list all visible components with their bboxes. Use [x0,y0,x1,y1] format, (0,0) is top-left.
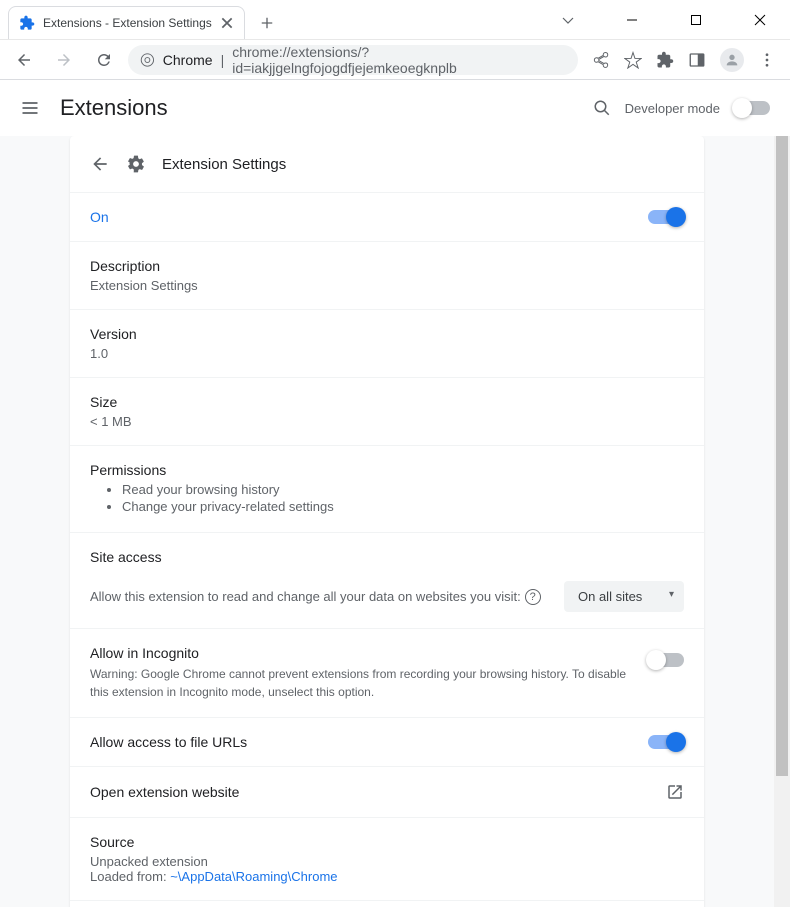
back-arrow-icon[interactable] [90,154,110,174]
page-title: Extensions [60,95,168,121]
browser-tab[interactable]: Extensions - Extension Settings [8,6,245,39]
help-icon[interactable]: ? [525,589,541,605]
search-icon[interactable] [593,99,611,117]
sidepanel-icon[interactable] [688,51,706,69]
hamburger-icon[interactable] [20,98,40,118]
size-section: Size < 1 MB [70,377,704,445]
dropdown-value: On all sites [578,589,642,604]
site-access-label: Site access [90,549,684,565]
extension-icon [19,15,35,31]
share-icon[interactable] [592,51,610,69]
permissions-label: Permissions [90,462,684,478]
address-bar: Chrome | chrome://extensions/?id=iakjjge… [0,40,790,80]
incognito-desc: Warning: Google Chrome cannot prevent ex… [90,665,628,701]
description-section: Description Extension Settings [70,241,704,309]
permission-item: Read your browsing history [122,482,684,497]
menu-dots-icon[interactable] [758,51,776,69]
developer-mode-label: Developer mode [625,101,720,116]
back-button[interactable] [8,44,40,76]
version-label: Version [90,326,684,342]
file-urls-toggle[interactable] [648,735,684,749]
source-section: Source Unpacked extension Loaded from: ~… [70,817,704,900]
site-access-dropdown[interactable]: On all sites [564,581,684,612]
tab-strip: Extensions - Extension Settings [8,6,281,39]
url-text: chrome://extensions/?id=iakjjgelngfojogd… [232,44,566,76]
close-icon[interactable] [220,16,234,30]
content-area: Extension Settings On Description Extens… [0,136,774,907]
forward-button[interactable] [48,44,80,76]
source-label: Source [90,834,684,850]
version-section: Version 1.0 [70,309,704,377]
incognito-label: Allow in Incognito [90,645,628,661]
extension-detail-card: Extension Settings On Description Extens… [70,136,704,907]
site-access-desc: Allow this extension to read and change … [90,589,521,604]
file-urls-section: Allow access to file URLs [70,717,704,766]
url-prefix: Chrome [163,52,213,68]
size-value: < 1 MB [90,414,684,429]
file-urls-label: Allow access to file URLs [90,734,247,750]
scrollbar-thumb[interactable] [776,136,788,776]
reload-button[interactable] [88,44,120,76]
avatar-icon[interactable] [720,48,744,72]
new-tab-button[interactable] [253,9,281,37]
remove-extension-row[interactable]: Remove extension ▸ [70,900,704,907]
close-button[interactable] [742,5,778,35]
incognito-toggle[interactable] [648,653,684,667]
detail-header: Extension Settings [70,136,704,192]
gear-icon [126,154,146,174]
site-access-section: Site access Allow this extension to read… [70,532,704,628]
developer-mode-toggle[interactable] [734,101,770,115]
permissions-section: Permissions Read your browsing history C… [70,445,704,532]
permissions-list: Read your browsing history Change your p… [90,482,684,514]
permission-item: Change your privacy-related settings [122,499,684,514]
version-value: 1.0 [90,346,684,361]
on-label: On [90,209,109,225]
extensions-header: Extensions Developer mode [0,80,790,136]
on-section: On [70,192,704,241]
scrollbar-track[interactable] [774,136,790,907]
minimize-button[interactable] [614,5,650,35]
size-label: Size [90,394,684,410]
open-external-icon [666,783,684,801]
omnibox[interactable]: Chrome | chrome://extensions/?id=iakjjge… [128,45,578,75]
maximize-button[interactable] [678,5,714,35]
open-website-label: Open extension website [90,784,239,800]
extension-name: Extension Settings [162,156,286,173]
source-loaded: Loaded from: ~\AppData\Roaming\Chrome [90,869,684,884]
puzzle-icon[interactable] [656,51,674,69]
open-website-row[interactable]: Open extension website [70,766,704,817]
star-icon[interactable] [624,51,642,69]
incognito-section: Allow in Incognito Warning: Google Chrom… [70,628,704,717]
chevron-down-icon[interactable] [550,5,586,35]
tab-title: Extensions - Extension Settings [43,16,212,30]
description-label: Description [90,258,684,274]
source-value: Unpacked extension [90,854,684,869]
description-value: Extension Settings [90,278,684,293]
chrome-icon [140,52,155,68]
enabled-toggle[interactable] [648,210,684,224]
source-path: ~\AppData\Roaming\Chrome [170,869,337,884]
